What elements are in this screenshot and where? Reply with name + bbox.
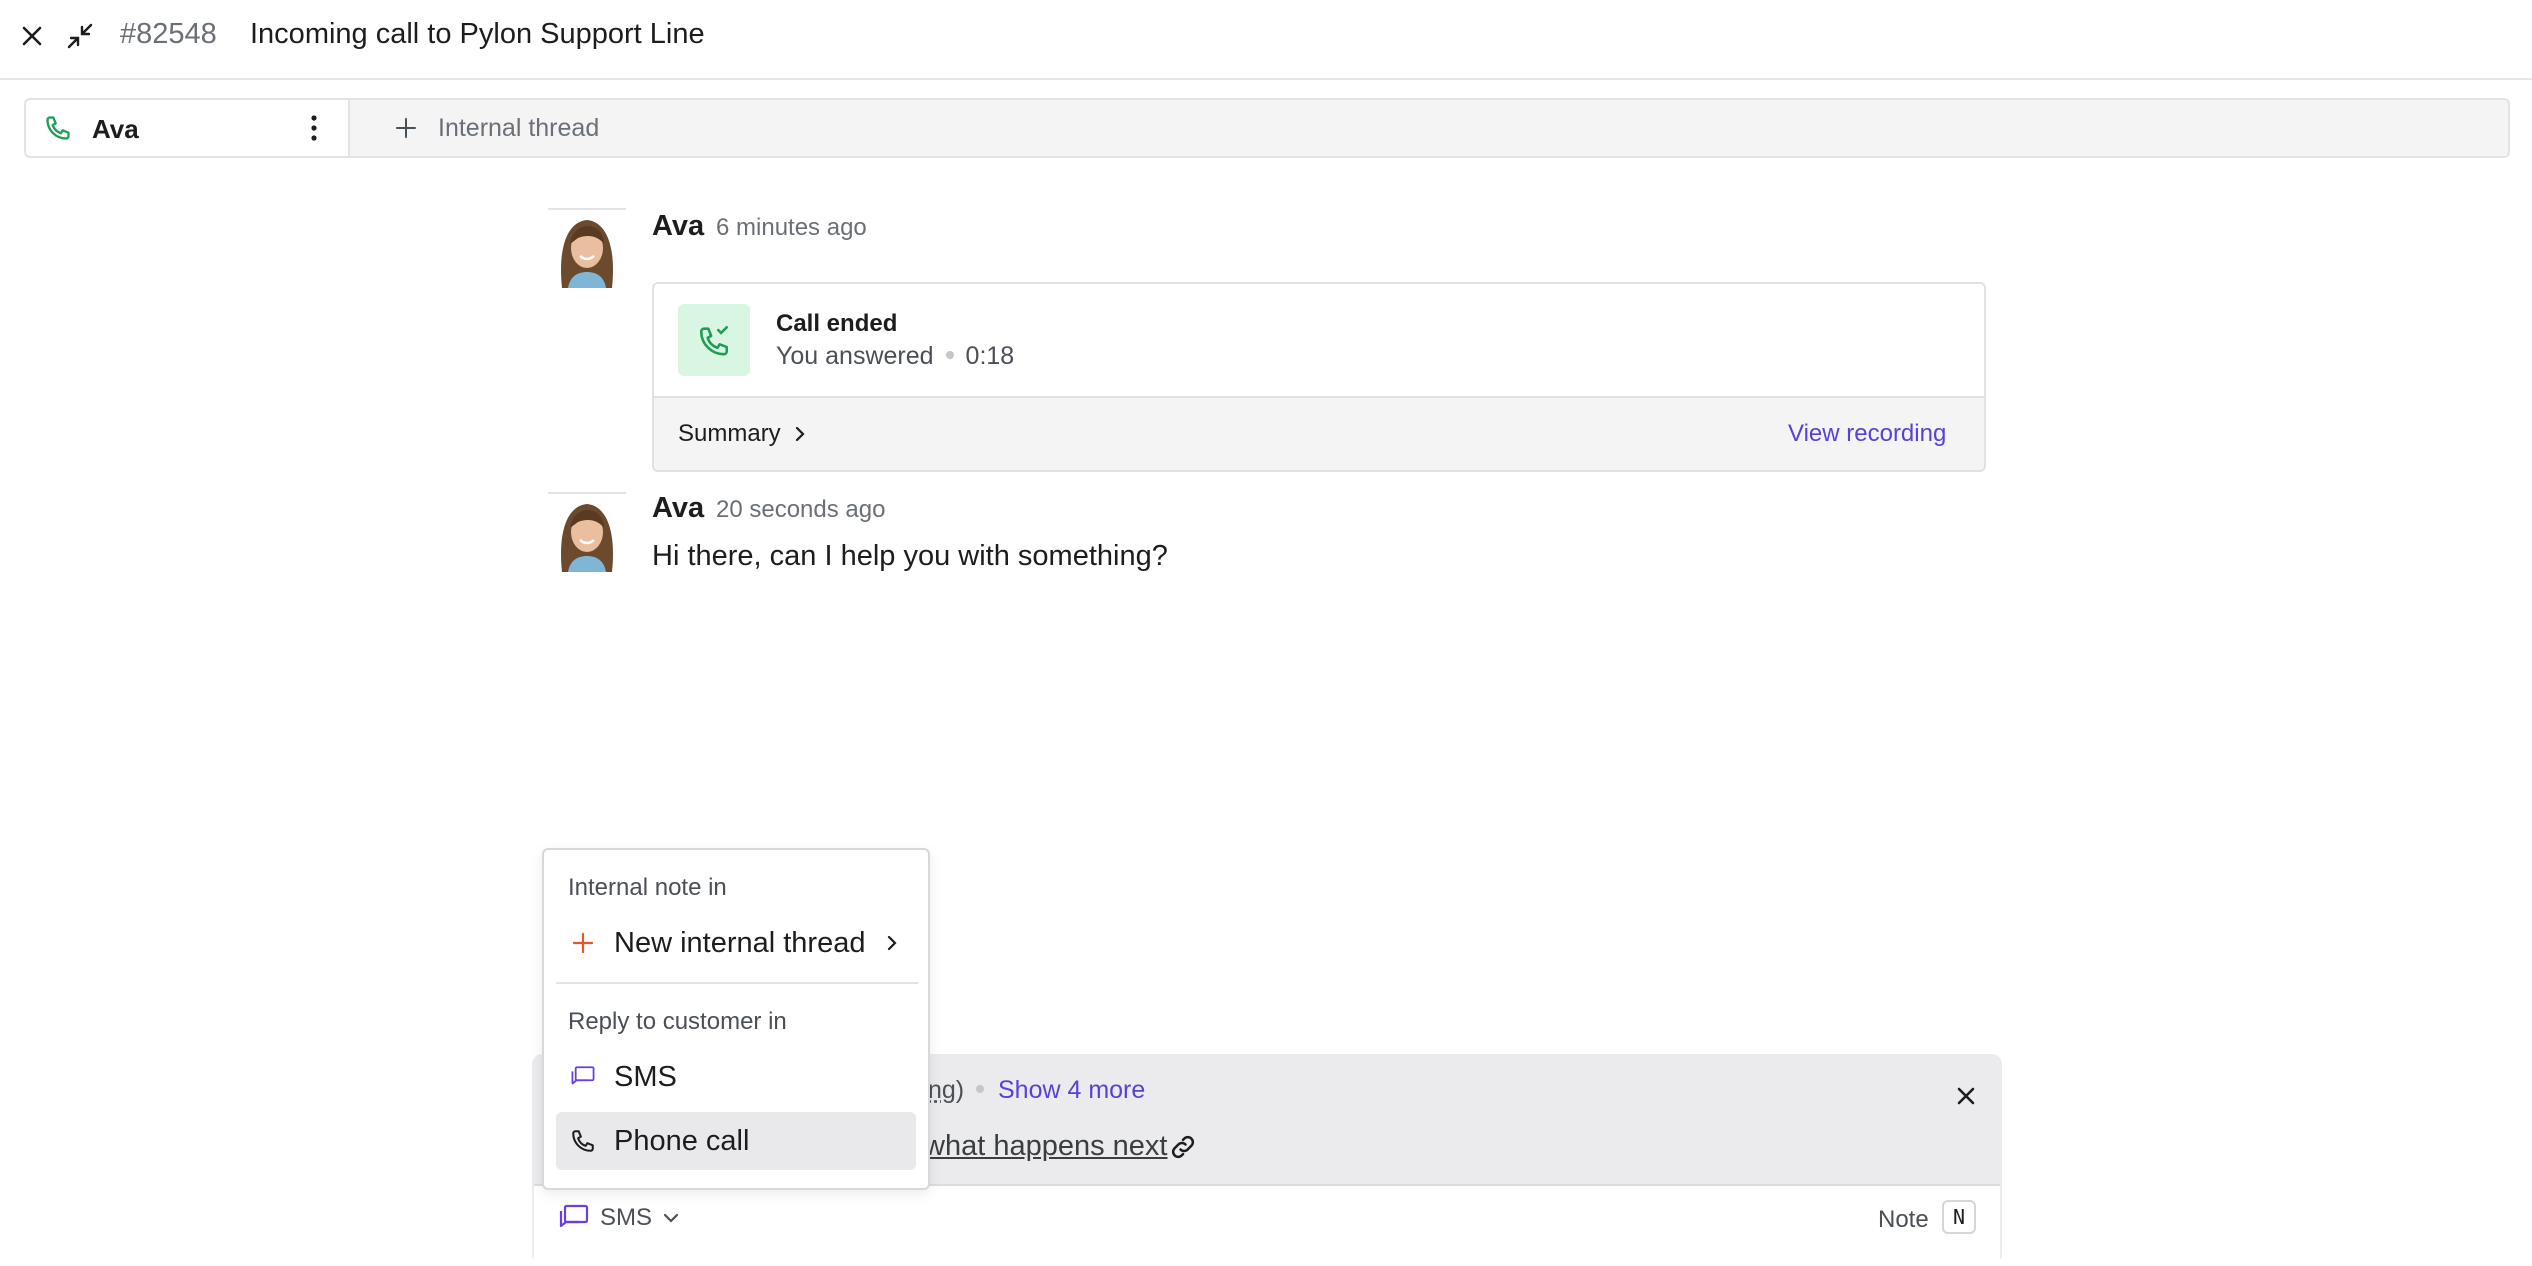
call-title: Call ended — [776, 310, 898, 337]
call-card-footer: Summary View recording — [654, 398, 1984, 470]
thread-tabs: Ava Internal thread — [24, 98, 2510, 158]
call-card: Call ended You answered 0:18 Summary View… — [652, 282, 1986, 472]
avatar — [548, 208, 626, 288]
message-time: 6 minutes ago — [716, 214, 867, 241]
page-title: Incoming call to Pylon Support Line — [250, 18, 705, 50]
close-icon[interactable] — [12, 16, 52, 56]
menu-item-sms[interactable]: SMS — [556, 1048, 916, 1106]
close-icon[interactable] — [1946, 1076, 1986, 1116]
call-status: You answered — [776, 342, 934, 370]
note-label: Note — [1878, 1206, 1929, 1233]
summary-toggle[interactable]: Summary — [678, 420, 807, 448]
section-internal-note: Internal note in — [568, 874, 727, 901]
plus-icon — [570, 932, 596, 954]
message-author: Ava — [652, 492, 705, 524]
note-shortcut-key[interactable]: N — [1942, 1200, 1976, 1234]
summary-label: Summary — [678, 420, 781, 447]
section-reply-customer: Reply to customer in — [568, 1008, 787, 1035]
message-text: Hi there, can I help you with something? — [652, 540, 1168, 572]
call-duration: 0:18 — [965, 342, 1015, 370]
add-internal-thread-label: Internal thread — [438, 114, 600, 142]
menu-item-new-internal-thread[interactable]: New internal thread — [556, 914, 916, 972]
ticket-id: #82548 — [120, 18, 217, 50]
call-card-header: Call ended You answered 0:18 — [654, 284, 1984, 398]
show-more-link[interactable]: Show 4 more — [998, 1076, 1145, 1105]
separator-dot — [976, 1085, 985, 1094]
message-icon — [570, 1063, 596, 1091]
call-ended-icon — [678, 304, 750, 376]
chevron-down-icon — [662, 1211, 680, 1225]
composer-toolbar: SMS Note N — [534, 1184, 2000, 1266]
thread-tab-ava[interactable]: Ava — [26, 100, 350, 156]
phone-icon — [44, 114, 72, 142]
channel-dropdown-menu: Internal note in New internal thread Rep… — [542, 848, 930, 1190]
more-vertical-icon[interactable] — [304, 112, 324, 144]
thread-tab-label: Ava — [92, 114, 139, 144]
menu-item-phone-call[interactable]: Phone call — [556, 1112, 916, 1170]
plus-icon — [394, 116, 418, 140]
phone-icon — [570, 1127, 596, 1155]
menu-divider — [556, 982, 918, 984]
channel-label: SMS — [600, 1204, 653, 1231]
channel-select-button[interactable]: SMS — [558, 1204, 680, 1232]
chevron-right-icon — [885, 933, 899, 953]
composer-context-text: ng) — [928, 1076, 996, 1105]
separator-dot — [945, 351, 954, 360]
avatar — [548, 492, 626, 572]
message-author: Ava — [652, 210, 705, 242]
message-icon — [558, 1204, 590, 1232]
call-status-line: You answered 0:18 — [776, 342, 1014, 371]
message-time: 20 seconds ago — [716, 496, 886, 523]
add-internal-thread-button[interactable]: Internal thread — [366, 100, 666, 156]
header-bar: #82548 Incoming call to Pylon Support Li… — [0, 0, 2532, 80]
link-icon[interactable] — [1168, 1132, 1198, 1162]
whats-next-link[interactable]: what happens next — [924, 1130, 1167, 1163]
view-recording-link[interactable]: View recording — [1788, 420, 1946, 448]
chevron-right-icon — [793, 424, 807, 444]
minimize-icon[interactable] — [60, 16, 100, 56]
